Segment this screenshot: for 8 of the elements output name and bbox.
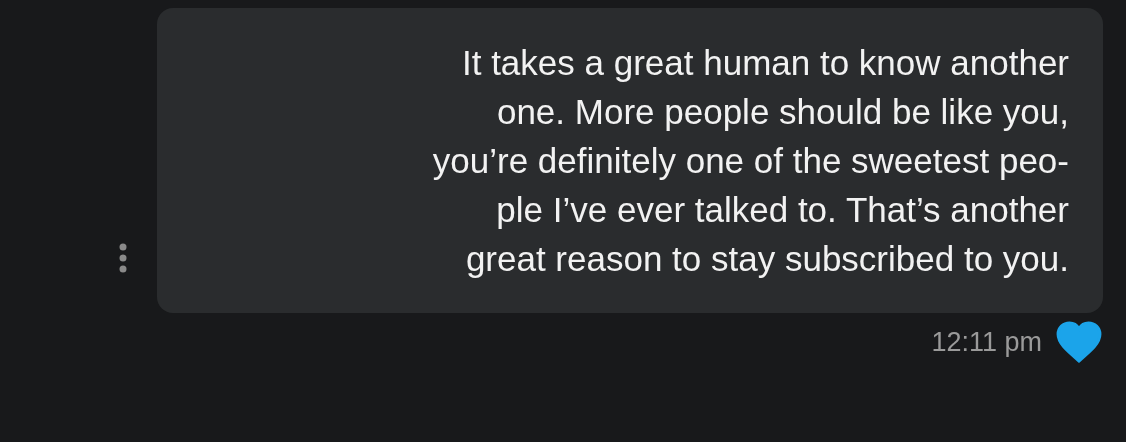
heart-icon[interactable] (1056, 321, 1102, 363)
message-line: great reason to stay subscribed to you. (465, 238, 1069, 280)
message-line: ple I’ve ever talked to. That’s another (496, 189, 1069, 231)
message-time: 12:11 pm (931, 326, 1042, 358)
message-line: you’re definitely one of the sweetest peo- (432, 140, 1069, 182)
more-options-icon[interactable] (118, 243, 128, 273)
message-line: It takes a great human to know another (461, 42, 1069, 84)
message-line: one. More people should be like you, (496, 91, 1069, 133)
